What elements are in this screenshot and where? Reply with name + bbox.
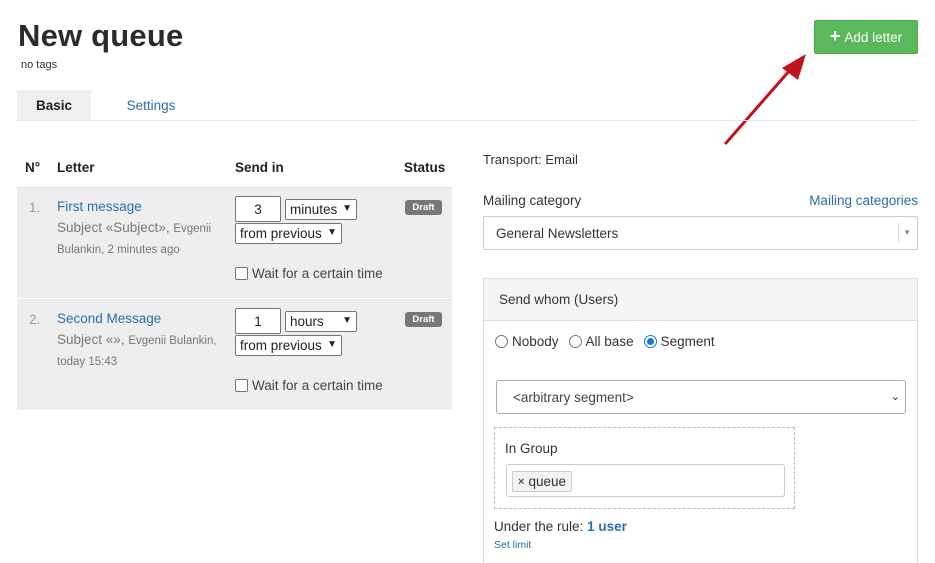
transport-label: Transport: Email xyxy=(483,152,578,167)
tags-label: no tags xyxy=(21,59,58,71)
chevron-down-icon: ▼ xyxy=(342,203,352,214)
radio-circle-icon[interactable] xyxy=(568,335,582,348)
set-limit-link[interactable]: Set limit xyxy=(494,539,531,551)
status-badge: Draft xyxy=(405,200,442,215)
caret-down-icon: ▼ xyxy=(903,228,911,237)
send-in-amount-input[interactable]: 3 xyxy=(235,196,281,222)
column-header-letter: Letter xyxy=(57,160,95,175)
radio-segment[interactable]: Segment xyxy=(643,334,715,349)
mailing-category-value: General Newsletters xyxy=(496,225,619,241)
wait-label: Wait for a certain time xyxy=(252,378,383,393)
segment-select[interactable]: <arbitrary segment> ⌄ xyxy=(496,380,906,414)
status-badge: Draft xyxy=(405,312,442,327)
meta-text: today 15:43 xyxy=(57,356,118,368)
letter-subject: Subject «», Evgenii Bulankin, today 15:4… xyxy=(57,330,227,372)
chevron-down-icon: ▼ xyxy=(342,315,352,326)
table-row: 2. Second Message Subject «», Evgenii Bu… xyxy=(17,299,452,410)
group-tag-input[interactable]: × queue xyxy=(506,464,785,497)
send-in-unit-select[interactable]: hours ▼ xyxy=(285,311,357,332)
mailing-category-select[interactable]: General Newsletters ▼ xyxy=(483,216,918,250)
radio-label: All base xyxy=(585,334,634,349)
from-value: from previous xyxy=(240,338,322,353)
group-tag-label: queue xyxy=(528,474,566,489)
segment-value: <arbitrary segment> xyxy=(513,389,634,405)
radio-circle-icon[interactable] xyxy=(495,335,508,348)
chevron-down-icon: ▼ xyxy=(327,227,337,238)
from-value: from previous xyxy=(240,226,322,241)
wait-checkbox-row[interactable]: Wait for a certain time xyxy=(235,378,383,393)
table-row: 1. First message Subject «Subject», Evge… xyxy=(17,187,452,298)
plus-icon: + xyxy=(829,26,841,46)
chevron-down-icon: ▼ xyxy=(327,339,337,350)
radio-label: Segment xyxy=(660,334,715,349)
subject-text: Subject «», xyxy=(57,332,125,347)
column-header-num: N° xyxy=(25,160,41,175)
group-label: In Group xyxy=(505,441,558,456)
page-title: New queue xyxy=(18,18,184,53)
recipient-radio-group: Nobody All base Segment xyxy=(495,334,715,349)
column-header-status: Status xyxy=(404,160,446,175)
radio-label: Nobody xyxy=(512,334,559,349)
tab-settings[interactable]: Settings xyxy=(109,90,193,120)
radio-all-base[interactable]: All base xyxy=(568,334,634,349)
letter-subject: Subject «Subject», Evgenii Bulankin, 2 m… xyxy=(57,218,227,260)
select-divider xyxy=(898,223,899,243)
unit-value: minutes xyxy=(290,202,338,217)
tab-basic[interactable]: Basic xyxy=(17,90,91,120)
wait-checkbox-row[interactable]: Wait for a certain time xyxy=(235,266,383,281)
row-number: 2. xyxy=(29,312,41,327)
author-text: Evgenii Bulankin, xyxy=(128,335,217,347)
author-text: Evgenii xyxy=(173,223,212,235)
meta-text: Bulankin, 2 minutes ago xyxy=(57,244,180,256)
letter-link[interactable]: First message xyxy=(57,199,142,214)
remove-tag-icon[interactable]: × xyxy=(518,476,524,488)
add-letter-label: Add letter xyxy=(844,29,903,45)
radio-nobody[interactable]: Nobody xyxy=(495,334,559,349)
group-tag: × queue xyxy=(512,471,572,492)
send-in-unit-select[interactable]: minutes ▼ xyxy=(285,199,357,220)
add-letter-button[interactable]: + Add letter xyxy=(814,20,918,54)
send-from-select[interactable]: from previous ▼ xyxy=(235,223,342,244)
letter-link[interactable]: Second Message xyxy=(57,311,161,326)
group-condition-box: In Group × queue xyxy=(494,427,795,509)
wait-label: Wait for a certain time xyxy=(252,266,383,281)
chevron-down-icon: ⌄ xyxy=(890,391,900,403)
send-in-amount-input[interactable]: 1 xyxy=(235,308,281,334)
send-from-select[interactable]: from previous ▼ xyxy=(235,335,342,356)
send-whom-panel: Send whom (Users) Nobody All base Segmen… xyxy=(483,278,918,563)
unit-value: hours xyxy=(290,314,324,329)
mailing-category-label: Mailing category xyxy=(483,193,582,208)
subject-text: Subject «Subject», xyxy=(57,220,170,235)
radio-selected-icon[interactable] xyxy=(643,335,657,348)
row-number: 1. xyxy=(29,200,41,215)
rule-label: Under the rule: xyxy=(494,519,584,534)
rule-summary: Under the rule: 1 user xyxy=(494,519,627,534)
send-whom-title: Send whom (Users) xyxy=(484,279,917,321)
wait-checkbox[interactable] xyxy=(235,379,248,392)
wait-checkbox[interactable] xyxy=(235,267,248,280)
column-header-send-in: Send in xyxy=(235,160,284,175)
tab-bar: Basic Settings xyxy=(17,90,918,121)
mailing-categories-link[interactable]: Mailing categories xyxy=(809,193,918,208)
rule-count-link[interactable]: 1 user xyxy=(587,519,627,534)
